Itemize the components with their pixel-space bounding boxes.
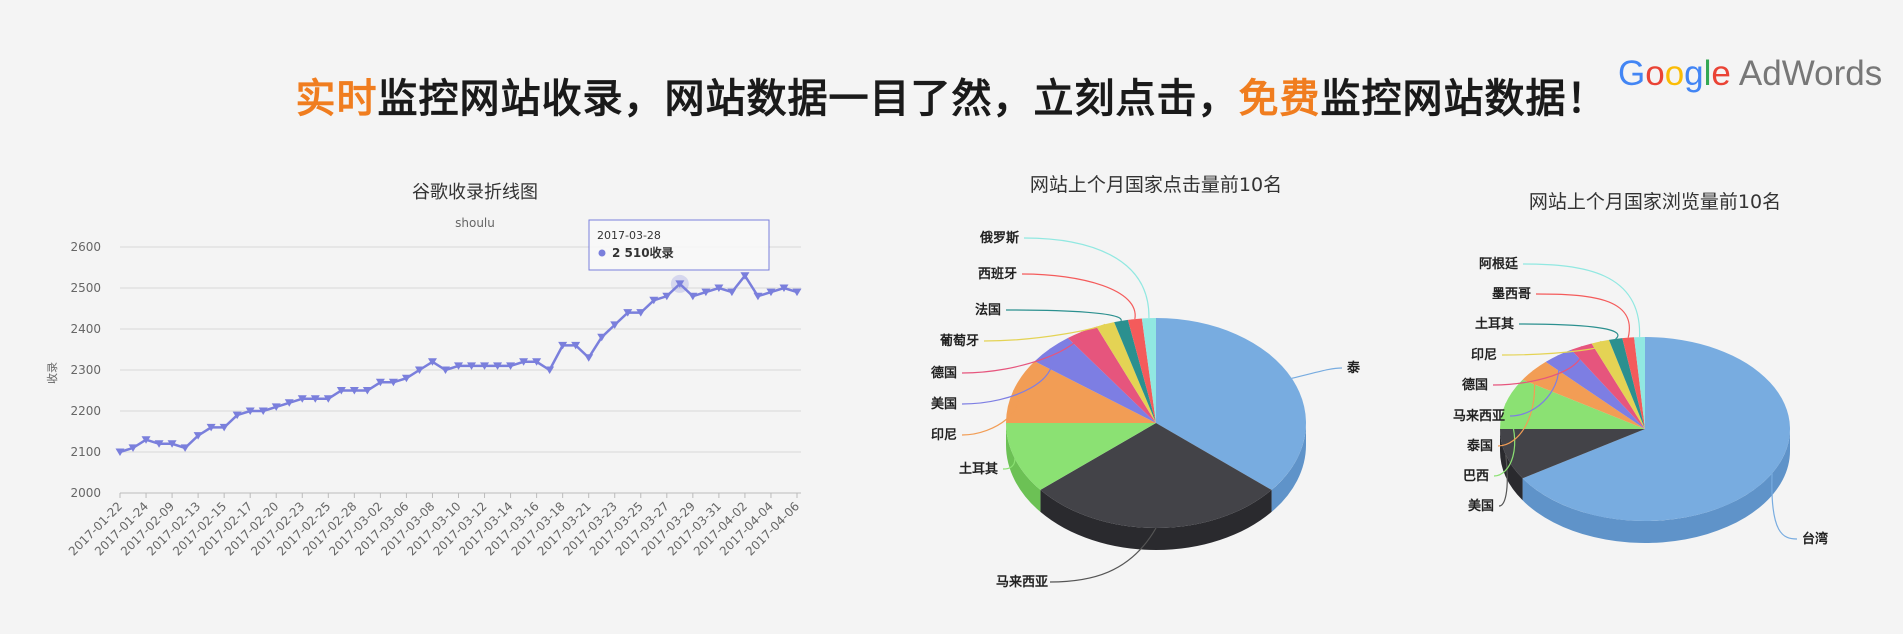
pie-label: 墨西哥 — [1492, 286, 1531, 302]
pie-label: 德国 — [931, 365, 957, 381]
tooltip-marker — [598, 249, 606, 257]
pie-label: 印尼 — [931, 428, 957, 443]
headline-highlight-free: 免费 — [1238, 76, 1321, 122]
pie-label: 泰国 — [1466, 438, 1493, 454]
pie-label: 巴西 — [1463, 469, 1489, 484]
pie-label: 法国 — [975, 302, 1001, 318]
pie-label: 土耳其 — [959, 461, 998, 477]
tooltip-value: 2 510收录 — [612, 245, 674, 260]
y-tick-label: 2300 — [70, 363, 101, 377]
pie2-title: 网站上个月国家浏览量前10名 — [1529, 191, 1781, 213]
pie-label: 阿根廷 — [1479, 256, 1519, 272]
pie-label: 德国 — [1462, 377, 1488, 393]
pie-label: 美国 — [931, 396, 957, 412]
y-tick-label: 2000 — [70, 486, 101, 500]
pie-connector — [1535, 293, 1631, 338]
y-tick-label: 2200 — [70, 404, 101, 418]
y-axis-label: 收录 — [45, 362, 59, 384]
pie-label: 土耳其 — [1475, 316, 1514, 332]
line-chart-subtitle: shoulu — [455, 216, 495, 230]
y-tick-label: 2100 — [70, 445, 101, 459]
pie-label: 印尼 — [1471, 348, 1497, 363]
headline-text-1: 监控网站收录，网站数据一目了然，立刻点击， — [377, 76, 1239, 122]
line-chart-title: 谷歌收录折线图 — [412, 182, 538, 203]
pie-connector — [1023, 237, 1150, 319]
pie-label: 泰国 — [1346, 360, 1360, 376]
pie-label: 马来西亚 — [996, 574, 1048, 590]
y-tick-label: 2500 — [70, 281, 101, 295]
pie-label: 马来西亚 — [1453, 408, 1505, 424]
pie-label: 俄罗斯 — [979, 230, 1019, 246]
headline-text-2: 监控网站数据！ — [1320, 76, 1608, 122]
y-tick-label: 2600 — [70, 240, 101, 254]
pie-chart-clicks: 网站上个月国家点击量前10名 泰国马来西亚 土耳其 印尼 美国 德国 葡萄牙 法国 西班牙 俄罗… — [931, 174, 1360, 590]
pie-label: 美国 — [1468, 498, 1494, 514]
y-tick-label: 2400 — [70, 322, 101, 336]
pie-connector — [1518, 323, 1619, 340]
tooltip-date: 2017-03-28 — [597, 229, 661, 242]
pie-connector — [1291, 367, 1343, 379]
pie-connector — [1005, 309, 1122, 322]
pie-chart-views: 网站上个月国家浏览量前10名 台湾 美国 巴西 泰国 马来西亚 德国 印尼 土耳其 墨西哥 阿根廷 — [1453, 191, 1828, 547]
pie1-title: 网站上个月国家点击量前10名 — [1030, 174, 1282, 196]
headline-highlight-realtime: 实时 — [295, 76, 378, 122]
pie-label: 台湾 — [1802, 531, 1828, 547]
pie-label: 葡萄牙 — [939, 333, 979, 349]
google-adwords-logo: Google AdWords — [1618, 54, 1883, 93]
tooltip: 2017-03-28 2 510收录 — [588, 219, 770, 271]
line-chart: 谷歌收录折线图 shoulu 收录 2000 2100 2200 2300 2400 25… — [45, 182, 802, 558]
data-point[interactable] — [584, 354, 594, 362]
pie-label: 西班牙 — [978, 266, 1017, 282]
